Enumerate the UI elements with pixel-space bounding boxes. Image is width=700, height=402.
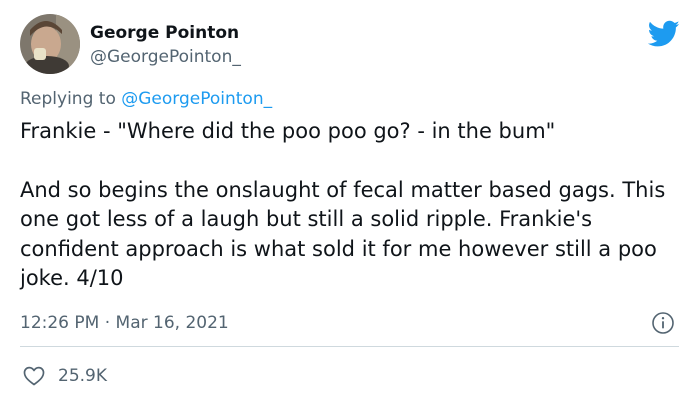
like-count: 25.9K [58, 366, 107, 386]
tweet-date: Mar 16, 2021 [115, 313, 229, 333]
author-handle[interactable]: @GeorgePointon_ [90, 46, 241, 68]
heart-icon [23, 366, 45, 386]
author-name[interactable]: George Pointon [90, 22, 239, 44]
divider [20, 346, 679, 347]
info-icon[interactable] [651, 311, 675, 335]
reply-prefix: Replying to [20, 89, 116, 109]
twitter-bird-icon[interactable] [648, 20, 680, 48]
reply-mention-link[interactable]: @GeorgePointon_ [121, 89, 272, 109]
like-button[interactable]: 25.9K [22, 364, 107, 388]
tweet-time: 12:26 PM [20, 313, 100, 333]
avatar-photo [20, 14, 80, 74]
tweet-text: Frankie - "Where did the poo poo go? - i… [20, 117, 690, 293]
tweet-paragraph-2: And so begins the onslaught of fecal mat… [20, 177, 666, 291]
tweet-timestamp[interactable]: 12:26 PM · Mar 16, 2021 [20, 312, 229, 334]
tweet-paragraph-1: Frankie - "Where did the poo poo go? - i… [20, 119, 556, 143]
meta-separator: · [99, 313, 116, 333]
author-avatar[interactable] [20, 14, 80, 74]
replying-to: Replying to @GeorgePointon_ [20, 88, 272, 110]
